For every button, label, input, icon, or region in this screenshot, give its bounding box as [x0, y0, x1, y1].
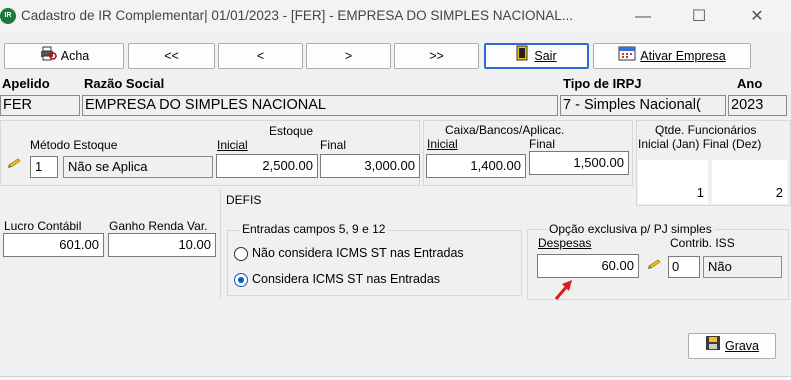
bottom-edge — [0, 376, 791, 380]
funcionarios-final-value: 2 — [775, 185, 783, 200]
estoque-inicial-field[interactable]: 2,500.00 — [216, 154, 318, 178]
contrib-iss-desc: Não — [703, 256, 782, 278]
first-button[interactable]: << — [128, 43, 215, 69]
tipo-irpj-field[interactable]: 7 - Simples Nacional( — [560, 95, 726, 116]
lucro-contabil-label: Lucro Contábil — [4, 219, 82, 233]
contrib-iss-label: Contrib. ISS — [670, 236, 735, 250]
maximize-button[interactable]: ☐ — [676, 4, 722, 30]
prev-button[interactable]: < — [218, 43, 303, 69]
app-icon: IR — [0, 8, 16, 24]
caixa-inicial-label: Inicial — [427, 137, 458, 151]
entradas-group — [227, 230, 522, 296]
ganho-renda-field[interactable]: 10.00 — [108, 233, 216, 257]
ano-field[interactable]: 2023 — [728, 95, 787, 116]
funcionarios-final-field[interactable]: 2 — [712, 160, 787, 204]
entradas-group-label: Entradas campos 5, 9 e 12 — [240, 222, 388, 236]
caixa-final-field[interactable]: 1,500.00 — [529, 151, 629, 175]
radio-considera-label[interactable]: Considera ICMS ST nas Entradas — [252, 272, 440, 286]
minimize-button[interactable]: — — [620, 4, 666, 30]
estoque-inicial-label: Inicial — [217, 138, 248, 152]
pj-simples-label: Opção exclusiva p/ PJ simples — [547, 222, 714, 236]
close-button[interactable]: ✕ — [734, 4, 780, 30]
despesas-label: Despesas — [538, 236, 592, 250]
defis-label: DEFIS — [226, 193, 262, 207]
calendar-icon — [618, 45, 636, 69]
printer-search-icon — [39, 45, 57, 69]
save-icon — [705, 335, 721, 359]
last-button[interactable]: >> — [394, 43, 479, 69]
ganho-renda-label: Ganho Renda Var. — [109, 219, 208, 233]
next-button[interactable]: > — [306, 43, 391, 69]
metodo-estoque-desc: Não se Aplica — [63, 156, 213, 178]
grava-button[interactable]: Grava — [688, 333, 776, 359]
estoque-final-field[interactable]: 3,000.00 — [320, 154, 420, 178]
caixa-inicial-field[interactable]: 1,400.00 — [426, 154, 526, 178]
razao-social-field[interactable]: EMPRESA DO SIMPLES NACIONAL — [82, 95, 558, 116]
caixa-final-label: Final — [529, 137, 556, 151]
funcionarios-label: Qtde. Funcionários — [655, 123, 757, 137]
estoque-final-label: Final — [320, 138, 347, 152]
apelido-label: Apelido — [2, 76, 50, 91]
ativar-empresa-label: Ativar Empresa — [640, 49, 726, 63]
metodo-estoque-label: Método Estoque — [30, 138, 118, 152]
caixa-group-label: Caixa/Bancos/Aplicac. — [445, 123, 565, 137]
tipo-irpj-label: Tipo de IRPJ — [563, 76, 642, 91]
contrib-iss-code[interactable]: 0 — [668, 256, 700, 278]
radio-nao-considera-label[interactable]: Não considera ICMS ST nas Entradas — [252, 246, 464, 260]
annotation-arrow — [553, 278, 575, 302]
metodo-estoque-code[interactable]: 1 — [30, 156, 58, 178]
funcionarios-inicial-value: 1 — [696, 185, 704, 200]
despesas-field[interactable]: 60.00 — [537, 254, 639, 278]
lucro-contabil-field[interactable]: 601.00 — [3, 233, 104, 257]
estoque-group-label: Estoque — [269, 124, 314, 138]
acha-button[interactable]: Acha — [4, 43, 124, 69]
radio-considera[interactable] — [234, 273, 248, 287]
sair-button[interactable]: Sair — [484, 43, 589, 69]
sair-label: Sair — [534, 49, 557, 63]
defis-divider — [220, 188, 221, 300]
exit-door-icon — [516, 45, 530, 69]
window-title: Cadastro de IR Complementar| 01/01/2023 … — [21, 8, 573, 23]
ano-label: Ano — [737, 76, 763, 91]
funcionarios-sublabel: Inicial (Jan) Final (Dez) — [638, 137, 762, 151]
apelido-field[interactable]: FER — [0, 95, 80, 116]
razao-social-label: Razão Social — [84, 76, 165, 91]
radio-nao-considera[interactable] — [234, 247, 248, 261]
lookup-pencil-icon[interactable] — [6, 155, 26, 171]
acha-label: Acha — [60, 49, 90, 63]
grava-label: Grava — [724, 339, 760, 353]
lookup-pencil-icon[interactable] — [646, 256, 666, 272]
ativar-empresa-button[interactable]: Ativar Empresa — [593, 43, 751, 69]
funcionarios-inicial-field[interactable]: 1 — [638, 160, 708, 204]
